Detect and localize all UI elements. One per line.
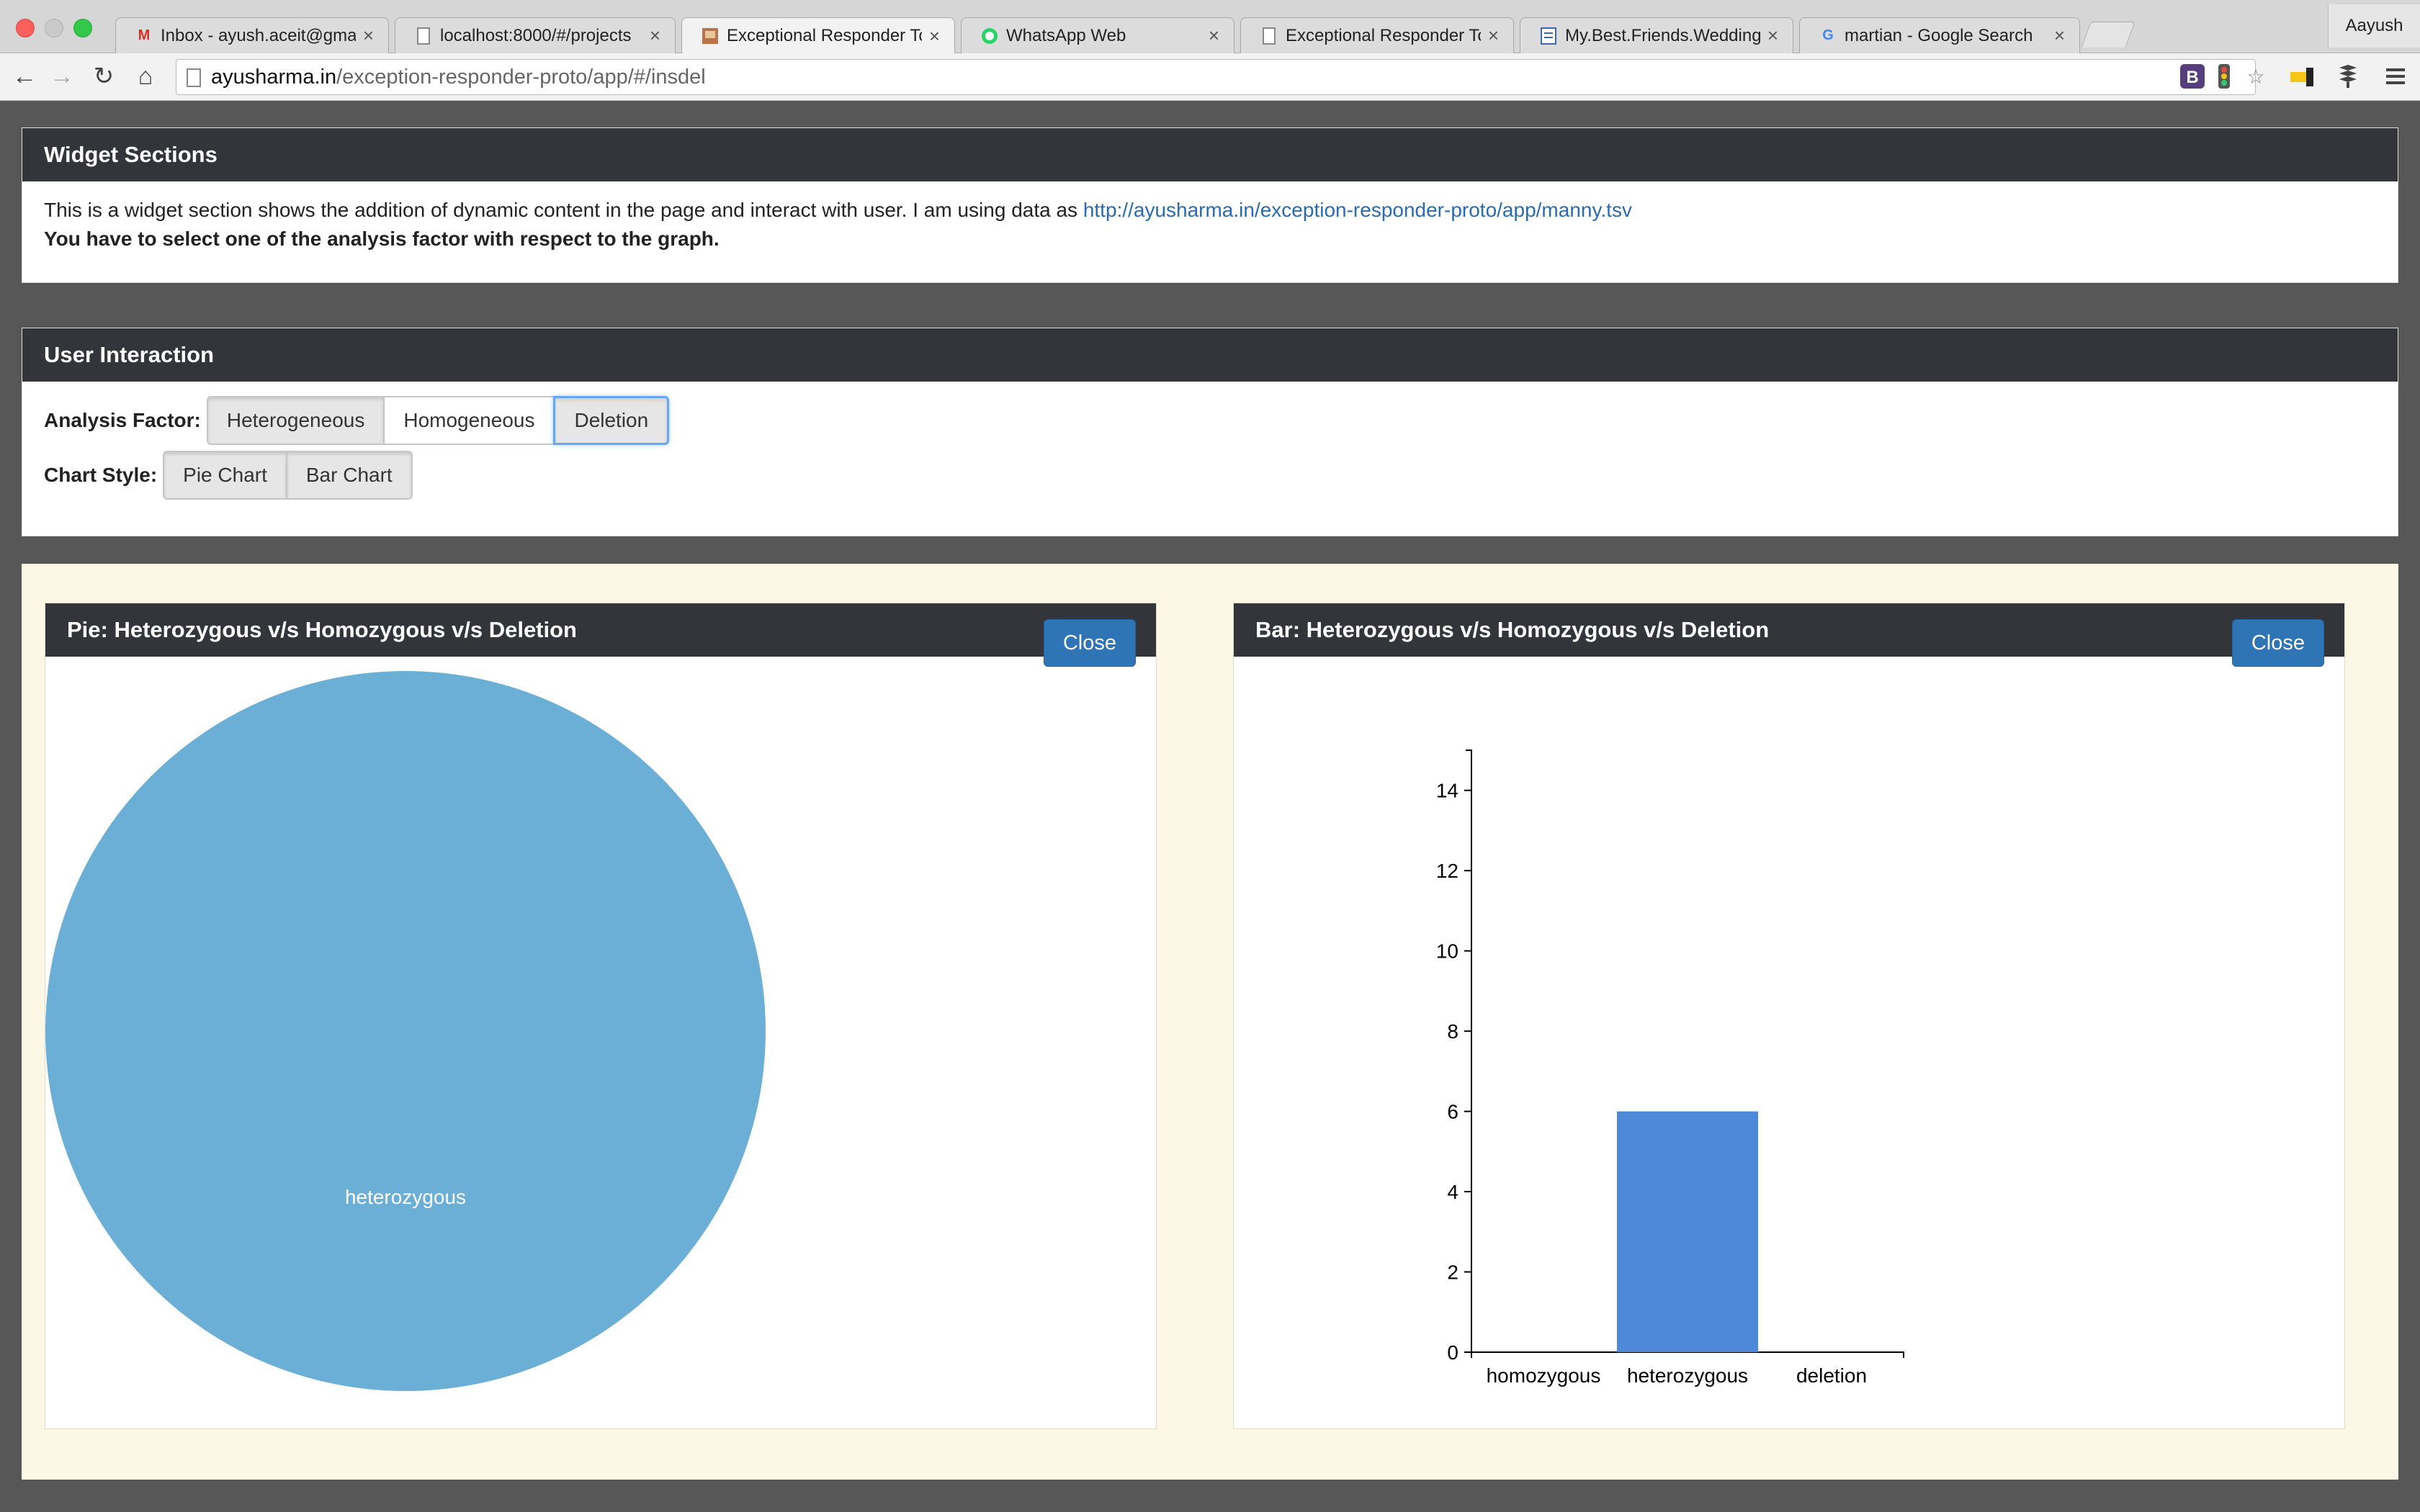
address-bar[interactable]: ayusharma.in/exception-responder-proto/a… <box>176 59 2256 95</box>
pie-chart-header: Pie: Heterozygous v/s Homozygous v/s Del… <box>45 603 1156 667</box>
data-link[interactable]: http://ayusharma.in/exception-responder-… <box>1083 199 1632 221</box>
close-icon[interactable]: × <box>650 24 660 47</box>
tab-title: Inbox - ayush.aceit@gmail. <box>161 25 356 45</box>
browser-tab[interactable]: G martian - Google Search × <box>1799 17 2080 53</box>
analysis-factor-group: Heterogeneous Homogeneous Deletion <box>206 396 670 445</box>
window-zoom-button[interactable] <box>73 19 92 37</box>
close-icon[interactable]: × <box>1209 24 1219 47</box>
close-icon[interactable]: × <box>1767 24 1778 47</box>
back-arrow-icon[interactable]: ← <box>10 62 39 91</box>
y-tick-label: 2 <box>1447 1261 1458 1284</box>
tab-title: Exceptional Responder Too <box>727 26 922 45</box>
homogeneous-button[interactable]: Homogeneous <box>383 396 555 445</box>
reload-icon[interactable]: ↻ <box>89 62 118 91</box>
site-icon <box>701 27 720 45</box>
window-close-button[interactable] <box>16 19 35 37</box>
pie-slice-label: heterozygous <box>345 1186 466 1208</box>
y-tick-label: 4 <box>1447 1181 1458 1203</box>
widget-description: This is a widget section shows the addit… <box>44 196 2376 225</box>
gmail-icon: M <box>138 27 151 43</box>
y-axis <box>1466 750 1472 1353</box>
close-icon[interactable]: × <box>2054 24 2065 47</box>
tab-title: localhost:8000/#/projects <box>440 25 632 45</box>
analysis-factor-label: Analysis Factor: <box>44 409 201 431</box>
pie-chart-title: Pie: Heterozygous v/s Homozygous v/s Del… <box>67 617 577 642</box>
bar-chart: 0 2 4 6 8 10 12 14 homozygous heterozygous deletio… <box>1436 750 1904 1387</box>
star-icon[interactable]: ☆ <box>2241 62 2270 91</box>
bar-heterozygous <box>1617 1111 1758 1352</box>
browser-tab[interactable]: Exceptional Responder Too × <box>1240 17 1514 53</box>
y-tick-label: 12 <box>1436 860 1458 882</box>
x-tick-label: deletion <box>1796 1364 1867 1387</box>
pie-chart-panel: Pie: Heterozygous v/s Homozygous v/s Del… <box>45 603 1157 1429</box>
x-tick-label: heterozygous <box>1627 1364 1748 1387</box>
close-icon[interactable]: × <box>363 24 374 47</box>
instruction-text: You have to select one of the analysis f… <box>44 228 720 250</box>
profile-button[interactable]: Aayush <box>2328 4 2420 48</box>
tab-title: martian - Google Search <box>1845 25 2033 45</box>
menu-icon[interactable] <box>2381 62 2410 91</box>
pie-slice-heterozygous <box>45 671 766 1391</box>
tab-title: Exceptional Responder Too <box>1286 25 1481 45</box>
url-host: ayusharma.in <box>211 65 337 89</box>
panel-title: User Interaction <box>22 328 2398 382</box>
chart-style-label: Chart Style: <box>44 464 158 486</box>
whatsapp-icon <box>980 27 999 45</box>
tab-title: My.Best.Friends.Wedding.( <box>1565 25 1760 45</box>
chart-style-group: Pie Chart Bar Chart <box>163 451 413 500</box>
y-tick-label: 10 <box>1436 940 1458 963</box>
doc-icon <box>1539 27 1558 45</box>
y-tick-label: 14 <box>1436 780 1458 802</box>
bar-close-button[interactable]: Close <box>2231 619 2324 667</box>
y-tick-label: 6 <box>1447 1101 1458 1123</box>
pie-chart: heterozygous <box>45 671 766 1391</box>
deletion-button[interactable]: Deletion <box>553 396 670 445</box>
browser-tab-strip: M Inbox - ayush.aceit@gmail. × localhost… <box>0 0 2420 54</box>
y-tick-label: 8 <box>1447 1020 1458 1043</box>
bar-chart-button[interactable]: Bar Chart <box>285 451 413 500</box>
analysis-factor-row: Analysis Factor: Heterogeneous Homogeneo… <box>44 393 2376 448</box>
browser-tab[interactable]: M Inbox - ayush.aceit@gmail. × <box>115 17 389 53</box>
heterogeneous-button[interactable]: Heterogeneous <box>206 396 385 445</box>
svg-text:B: B <box>2186 68 2198 87</box>
widget-sections-panel: Widget Sections This is a widget section… <box>22 127 2398 283</box>
traffic-light-icon[interactable] <box>2210 62 2238 91</box>
key-icon[interactable] <box>2287 62 2316 91</box>
close-icon[interactable]: × <box>929 25 940 48</box>
window-minimize-button[interactable] <box>45 19 63 37</box>
forward-arrow-icon[interactable]: → <box>48 62 76 91</box>
url-path: /exception-responder-proto/app/#/insdel <box>336 65 706 89</box>
tab-title: WhatsApp Web <box>1006 25 1126 45</box>
bootstrap-icon[interactable]: B <box>2178 62 2207 91</box>
user-interaction-panel: User Interaction Analysis Factor: Hetero… <box>22 328 2398 536</box>
page-icon <box>1260 27 1278 45</box>
x-tick-label: homozygous <box>1487 1364 1601 1387</box>
page-icon <box>414 27 433 45</box>
panel-title: Widget Sections <box>22 128 2398 181</box>
y-tick-label: 0 <box>1447 1341 1458 1364</box>
x-axis <box>1471 1351 1904 1358</box>
page-icon <box>187 68 201 87</box>
bar-chart-panel: Bar: Heterozygous v/s Homozygous v/s Del… <box>1233 603 2345 1429</box>
browser-tab[interactable]: localhost:8000/#/projects × <box>395 17 676 53</box>
browser-tab-active[interactable]: Exceptional Responder Too × <box>681 17 955 54</box>
close-icon[interactable]: × <box>1488 24 1499 47</box>
bar-chart-title: Bar: Heterozygous v/s Homozygous v/s Del… <box>1255 617 1770 642</box>
pie-close-button[interactable]: Close <box>1043 619 1136 667</box>
pie-chart-button[interactable]: Pie Chart <box>163 451 287 500</box>
charts-area: Pie: Heterozygous v/s Homozygous v/s Del… <box>22 564 2398 1480</box>
home-icon[interactable]: ⌂ <box>131 62 160 91</box>
layers-icon[interactable] <box>2334 62 2362 91</box>
browser-toolbar: ← → ↻ ⌂ ayusharma.in/exception-responder… <box>0 53 2420 101</box>
google-icon: G <box>1822 27 1834 43</box>
description-text: This is a widget section shows the addit… <box>44 199 1078 221</box>
browser-tab[interactable]: WhatsApp Web × <box>961 17 1234 53</box>
chart-style-row: Chart Style: Pie Chart Bar Chart <box>44 448 2376 503</box>
page-content: Widget Sections This is a widget section… <box>0 102 2420 1512</box>
bar-chart-header: Bar: Heterozygous v/s Homozygous v/s Del… <box>1234 603 2344 667</box>
new-tab-button[interactable] <box>2081 22 2136 48</box>
browser-tab[interactable]: My.Best.Friends.Wedding.( × <box>1520 17 1793 53</box>
